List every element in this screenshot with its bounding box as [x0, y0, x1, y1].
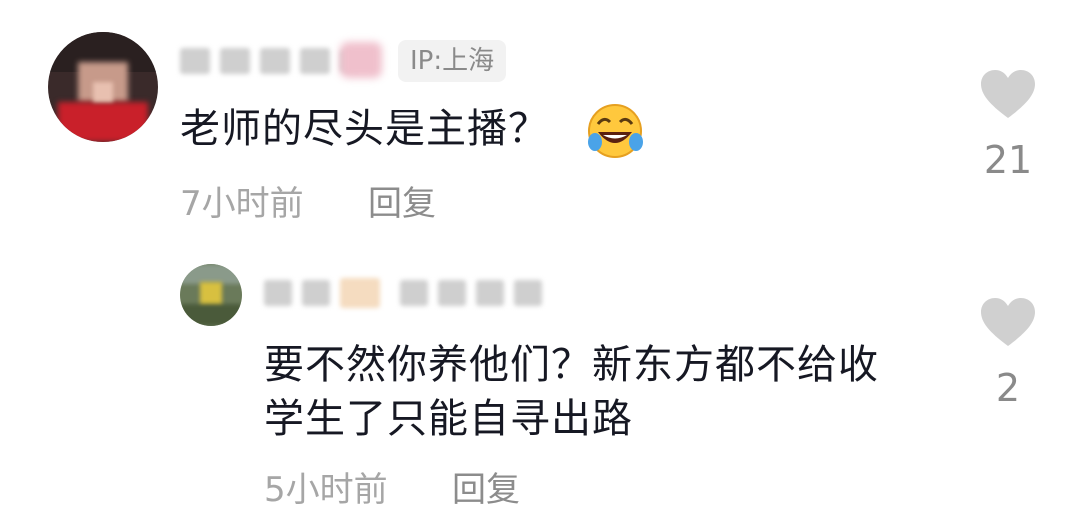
comment-time: 5小时前: [264, 470, 388, 510]
avatar[interactable]: [48, 32, 158, 142]
username-blurred[interactable]: [180, 48, 360, 74]
ip-location-badge: IP:上海: [398, 40, 507, 82]
comment-text-content: 老师的尽头是主播？: [180, 106, 549, 152]
like-count: 2: [995, 366, 1021, 410]
comment-text: 老师的尽头是主播？: [180, 102, 549, 156]
heart-icon[interactable]: [979, 296, 1037, 348]
laughing-crying-emoji-icon: [586, 102, 644, 160]
avatar[interactable]: [180, 264, 242, 326]
reply-button[interactable]: 回复: [368, 184, 436, 224]
reply-text: 要不然你养他们？新东方都不给收 学生了只能自寻出路: [264, 338, 879, 446]
user-sticker-blurred: [340, 42, 382, 78]
reply-text-line-2: 学生了只能自寻出路: [264, 396, 633, 442]
heart-icon[interactable]: [979, 68, 1037, 120]
username-blurred[interactable]: [264, 278, 542, 308]
comment-time: 7小时前: [180, 184, 304, 224]
like-count: 21: [983, 138, 1033, 182]
reply-button[interactable]: 回复: [452, 470, 520, 510]
reply-text-line-1: 要不然你养他们？新东方都不给收: [264, 342, 879, 388]
